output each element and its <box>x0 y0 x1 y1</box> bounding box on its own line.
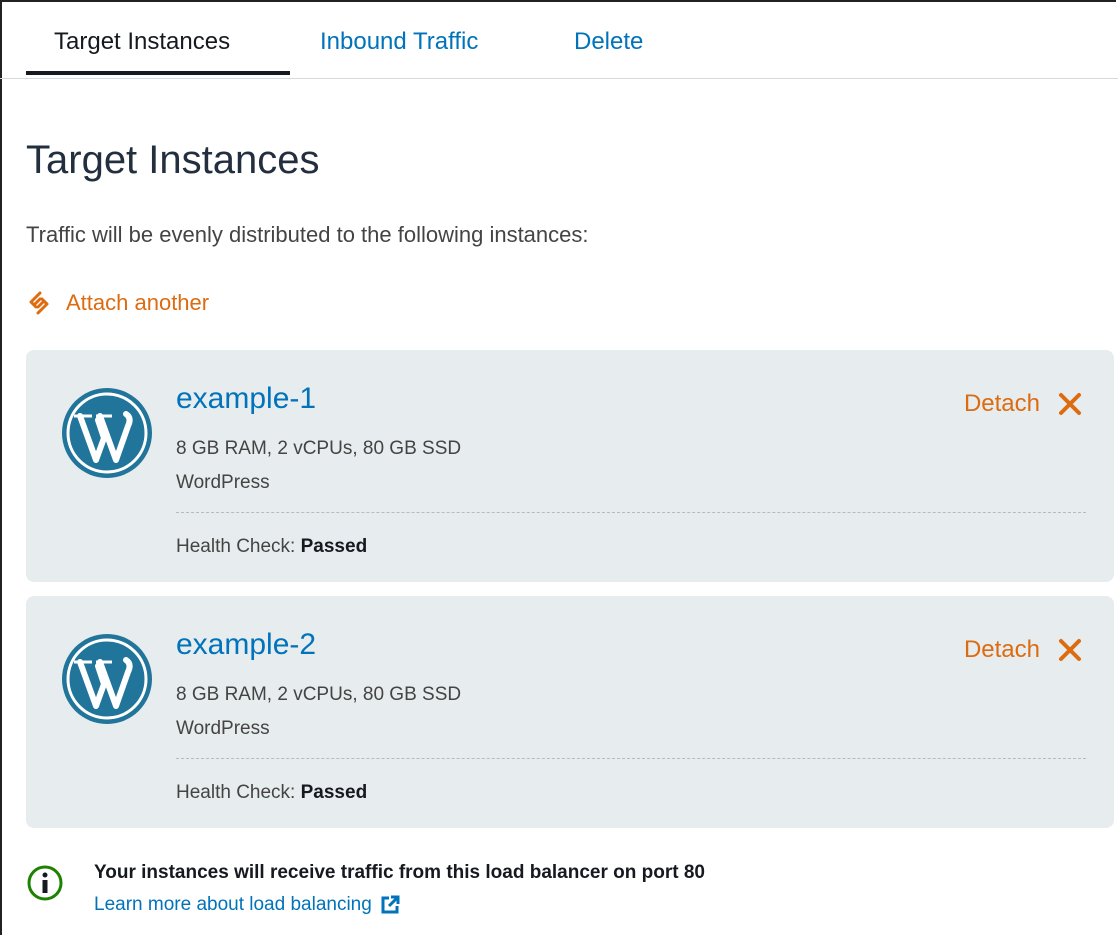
wordpress-icon <box>62 634 152 724</box>
instance-name-link[interactable]: example-1 <box>176 382 316 416</box>
tab-inbound-traffic[interactable]: Inbound Traffic <box>320 28 478 56</box>
info-message: Your instances will receive traffic from… <box>26 862 926 922</box>
tab-bar: Target Instances Inbound Traffic Delete <box>0 0 1118 79</box>
wordpress-icon <box>62 388 152 478</box>
close-icon <box>1059 639 1081 661</box>
info-icon <box>27 865 63 901</box>
learn-more-link[interactable]: Learn more about load balancing <box>94 894 400 916</box>
instance-card: example-1 8 GB RAM, 2 vCPUs, 80 GB SSD W… <box>26 350 1114 582</box>
health-check-label: Health Check: <box>176 782 296 803</box>
card-divider <box>176 512 1086 513</box>
health-check: Health Check: Passed <box>176 782 367 804</box>
active-tab-indicator <box>26 71 290 75</box>
tab-delete[interactable]: Delete <box>574 28 643 56</box>
attach-icon <box>29 291 49 315</box>
health-check-status: Passed <box>300 782 368 803</box>
learn-more-label: Learn more about load balancing <box>94 894 372 915</box>
attach-another-label: Attach another <box>66 290 210 315</box>
page-description: Traffic will be evenly distributed to th… <box>26 222 589 247</box>
attach-another-button[interactable]: Attach another <box>26 288 209 318</box>
detach-label: Detach <box>963 390 1040 417</box>
health-check-status: Passed <box>300 536 368 557</box>
instance-blueprint: WordPress <box>176 472 270 493</box>
instance-specs: 8 GB RAM, 2 vCPUs, 80 GB SSD <box>176 438 462 459</box>
instance-blueprint: WordPress <box>176 718 270 739</box>
instance-card: example-2 8 GB RAM, 2 vCPUs, 80 GB SSD W… <box>26 596 1114 828</box>
detach-button[interactable]: Detach <box>964 390 1082 418</box>
page-title: Target Instances <box>26 138 320 182</box>
detach-button[interactable]: Detach <box>964 636 1082 664</box>
instance-specs: 8 GB RAM, 2 vCPUs, 80 GB SSD <box>176 684 462 705</box>
close-icon <box>1059 393 1081 415</box>
detach-label: Detach <box>963 636 1040 663</box>
external-link-icon <box>381 895 400 914</box>
instance-name-link[interactable]: example-2 <box>176 628 316 662</box>
health-check: Health Check: Passed <box>176 536 367 558</box>
tab-target-instances[interactable]: Target Instances <box>54 28 230 56</box>
card-divider <box>176 758 1086 759</box>
info-text: Your instances will receive traffic from… <box>94 862 705 883</box>
health-check-label: Health Check: <box>176 536 296 557</box>
